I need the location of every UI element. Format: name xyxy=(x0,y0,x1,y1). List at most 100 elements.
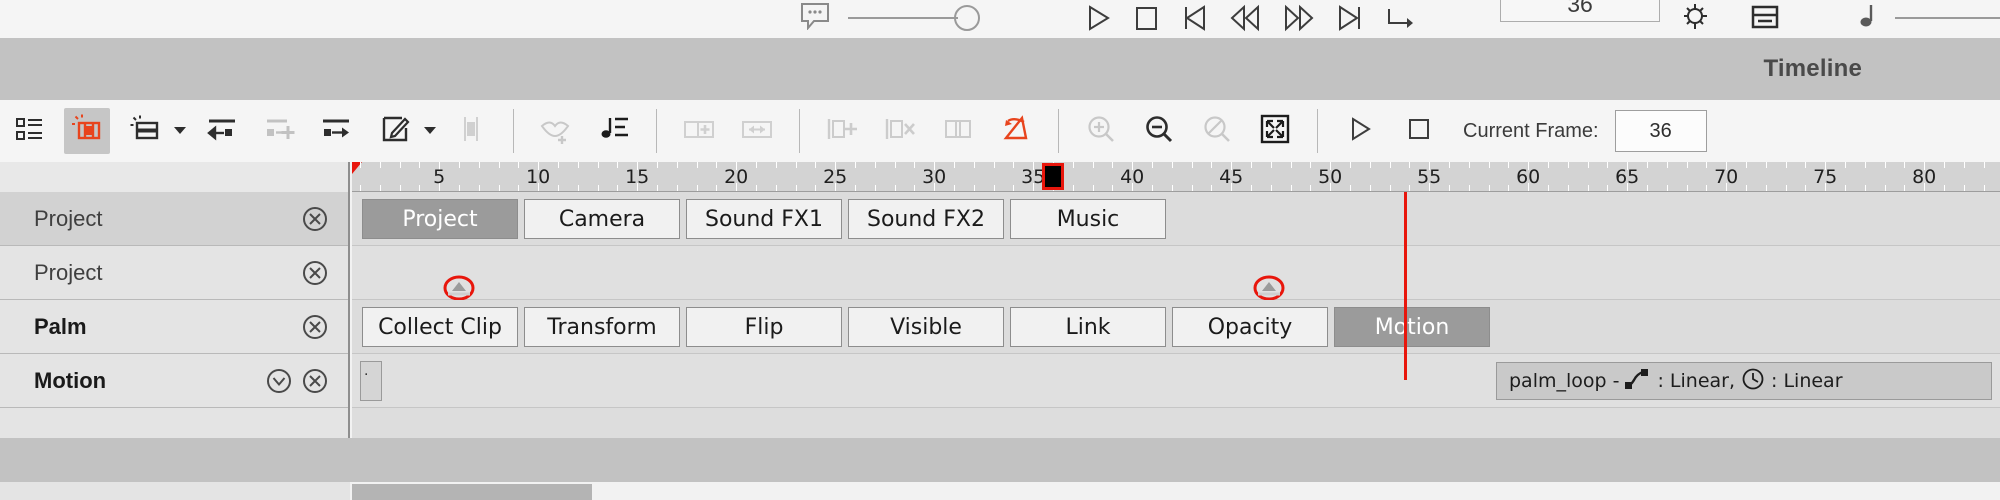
motion-dot-clip[interactable]: . xyxy=(360,361,382,401)
separator-5 xyxy=(1317,109,1318,153)
clip-button[interactable]: Flip xyxy=(686,307,842,347)
step-back-icon[interactable] xyxy=(1229,4,1261,32)
ruler-tick xyxy=(1290,185,1292,191)
clip-button[interactable]: Opacity xyxy=(1172,307,1328,347)
track-row-palm[interactable]: Collect Clip Transform Flip Visible Link… xyxy=(352,300,2000,354)
ruler-label: 5 xyxy=(433,166,446,188)
keyframe-info-bar[interactable]: palm_loop - : Linear, : Linear xyxy=(1496,362,1992,400)
ruler-tick xyxy=(577,162,579,168)
zoom-out-button[interactable] xyxy=(1136,108,1182,154)
current-frame-input[interactable]: 36 xyxy=(1614,110,1707,152)
collapse-triangle-icon[interactable] xyxy=(442,272,475,301)
comment-slider-knob[interactable] xyxy=(954,5,980,31)
close-circle-icon[interactable] xyxy=(300,312,330,342)
audio-slider-track[interactable] xyxy=(1895,17,2000,19)
clip-button[interactable]: Link xyxy=(1010,307,1166,347)
playhead-marker[interactable] xyxy=(1042,163,1064,190)
clip-button[interactable]: Visible xyxy=(848,307,1004,347)
track-header-motion[interactable]: Motion xyxy=(0,354,348,408)
outline-list-button[interactable] xyxy=(6,108,52,154)
ruler-tick xyxy=(1567,185,1569,191)
column-plus-icon xyxy=(682,114,716,149)
add-frame-button[interactable] xyxy=(122,108,168,154)
close-circle-icon[interactable] xyxy=(300,258,330,288)
clip-button[interactable]: Camera xyxy=(524,199,680,239)
clip-button[interactable]: Sound FX2 xyxy=(848,199,1004,239)
ruler-tick xyxy=(795,185,797,191)
ruler-tick xyxy=(459,185,460,191)
track-content-area: 5 10 15 20 25 30 35 40 45 50 55 60 65 70 75 80 Project … xyxy=(352,162,2000,438)
insert-layer-button xyxy=(819,108,865,154)
remove-frame-left-button[interactable] xyxy=(198,108,244,154)
close-circle-icon[interactable] xyxy=(300,366,330,396)
ruler-tick xyxy=(617,162,619,168)
arrows-horizontal-icon xyxy=(740,114,774,149)
separator-3 xyxy=(799,109,800,153)
shift-left-icon xyxy=(205,114,237,149)
loop-icon[interactable] xyxy=(1385,4,1417,32)
add-frame-dropdown[interactable] xyxy=(172,108,188,154)
go-to-start-icon[interactable] xyxy=(1181,4,1207,32)
ruler-tick xyxy=(419,162,421,168)
track-header-project-1[interactable]: Project xyxy=(0,192,348,246)
ruler-tick xyxy=(914,162,916,168)
track-row-project-sub[interactable] xyxy=(352,246,2000,301)
horizontal-scrollbar-thumb[interactable] xyxy=(352,484,592,500)
stop-button[interactable] xyxy=(1395,108,1441,154)
close-circle-icon[interactable] xyxy=(300,204,330,234)
ruler-label: 20 xyxy=(724,166,749,188)
clip-button[interactable]: Transform xyxy=(524,307,680,347)
ruler-label: 60 xyxy=(1516,166,1541,188)
timeline-application: 36 Timeline Current Frame: 36 Project Pr… xyxy=(0,0,2000,500)
reset-keyframe-button[interactable] xyxy=(993,108,1039,154)
zoom-reset-button xyxy=(1194,108,1240,154)
clip-label: Transform xyxy=(547,314,657,340)
edit-button[interactable] xyxy=(372,108,418,154)
clip-button[interactable]: Collect Clip xyxy=(362,307,518,347)
ruler-tick xyxy=(1072,185,1074,191)
ruler-tick xyxy=(1963,185,1965,191)
play-icon[interactable] xyxy=(1085,4,1111,32)
delete-layer-button xyxy=(877,108,923,154)
transport-frame-field[interactable]: 36 xyxy=(1500,0,1660,22)
chevron-down-circle-icon[interactable] xyxy=(264,366,294,396)
ruler-tick xyxy=(1963,162,1965,168)
current-frame-label: Current Frame: xyxy=(1463,119,1599,142)
comment-slider-track[interactable] xyxy=(848,17,958,19)
ruler-tick xyxy=(775,185,777,191)
layer-split-icon xyxy=(942,114,974,149)
current-frame-value: 36 xyxy=(1649,119,1672,142)
track-row-motion[interactable]: . palm_loop - : Linear, : Linear xyxy=(352,354,2000,408)
gear-icon[interactable] xyxy=(1680,2,1710,32)
clip-button[interactable]: Motion xyxy=(1334,307,1490,347)
track-header-label: Palm xyxy=(34,313,87,339)
stop-icon[interactable] xyxy=(1133,4,1159,32)
track-row-project[interactable]: Project Camera Sound FX1 Sound FX2 Music xyxy=(352,192,2000,246)
shift-right-button[interactable] xyxy=(314,108,360,154)
ruler-tick xyxy=(1864,185,1866,191)
timeline-ruler[interactable]: 5 10 15 20 25 30 35 40 45 50 55 60 65 70 75 80 xyxy=(352,162,2000,192)
ruler-tick xyxy=(1013,162,1015,168)
ruler-tick xyxy=(874,185,876,191)
go-to-end-icon[interactable] xyxy=(1337,4,1363,32)
play-icon xyxy=(1347,115,1373,148)
clip-button[interactable]: Sound FX1 xyxy=(686,199,842,239)
track-header-project-2[interactable]: Project xyxy=(0,246,348,300)
collapse-triangle-icon[interactable] xyxy=(1252,272,1285,301)
ruler-tick xyxy=(1567,162,1569,168)
music-note-icon[interactable] xyxy=(1855,3,1877,31)
step-forward-icon[interactable] xyxy=(1283,4,1315,32)
play-button[interactable] xyxy=(1337,108,1383,154)
track-header-palm[interactable]: Palm xyxy=(0,300,348,354)
ruler-tick xyxy=(1765,162,1767,168)
ruler-tick xyxy=(379,162,381,168)
add-layer-button[interactable] xyxy=(64,108,110,154)
edit-dropdown[interactable] xyxy=(422,108,438,154)
fit-to-window-button[interactable] xyxy=(1252,108,1298,154)
sound-settings-button[interactable] xyxy=(591,108,637,154)
clip-button[interactable]: Project xyxy=(362,199,518,239)
comment-bubble-icon[interactable] xyxy=(800,2,830,30)
list-panel-icon[interactable] xyxy=(1750,4,1780,32)
clip-button[interactable]: Music xyxy=(1010,199,1166,239)
clip-label: Sound FX2 xyxy=(867,206,985,232)
